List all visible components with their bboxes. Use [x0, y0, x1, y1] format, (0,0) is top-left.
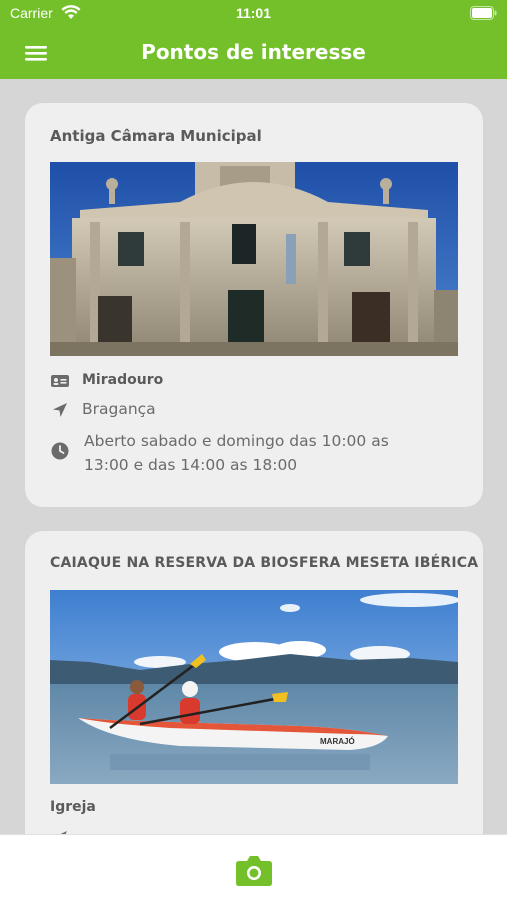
- building-photo: [50, 162, 458, 356]
- category-text: Miradouro: [82, 372, 164, 388]
- location-arrow-icon: [53, 403, 67, 417]
- id-card-icon: [51, 375, 69, 387]
- status-bar: Carrier 11:01: [0, 0, 507, 28]
- kayak-photo: MARAJÓ: [50, 590, 458, 784]
- nav-bar: Pontos de interesse: [0, 28, 507, 79]
- page-title: Pontos de interesse: [141, 40, 366, 64]
- hours-text: Aberto sabado e domingo das 10:00 as 13:…: [84, 432, 389, 474]
- category-text: Igreja: [50, 799, 96, 815]
- status-time: 11:01: [235, 5, 272, 21]
- card-title: Antiga Câmara Municipal: [50, 127, 262, 145]
- point-card[interactable]: CAIAQUE NA RESERVA DA BIOSFERA MESETA IB…: [25, 531, 483, 834]
- points-list[interactable]: Antiga Câmara Municipal Miradouro Bragan…: [0, 79, 507, 834]
- battery-icon: [470, 6, 497, 20]
- bottom-bar: [0, 834, 507, 900]
- kayak-brand-text: MARAJÓ: [320, 737, 355, 746]
- clock-icon: [51, 442, 69, 460]
- camera-icon[interactable]: [235, 853, 273, 887]
- location-text: Bragança: [82, 400, 156, 418]
- point-card[interactable]: Antiga Câmara Municipal Miradouro Bragan…: [25, 103, 483, 507]
- card-title: CAIAQUE NA RESERVA DA BIOSFERA MESETA IB…: [50, 555, 479, 571]
- menu-icon[interactable]: [20, 39, 50, 67]
